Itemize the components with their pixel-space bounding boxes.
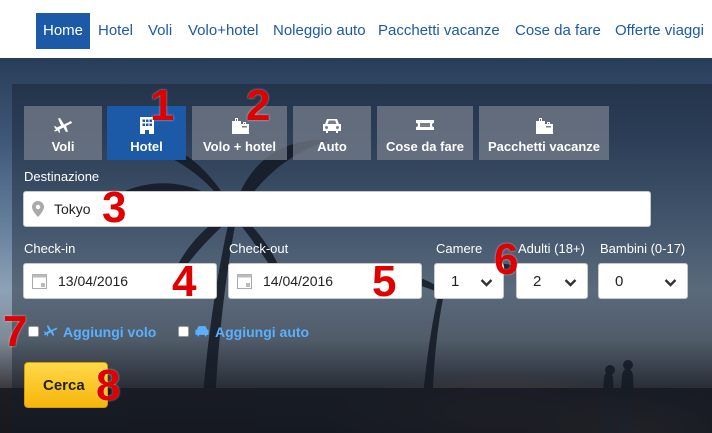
rooms-value: 1 — [451, 273, 460, 290]
add-car-label: Aggiungi auto — [215, 324, 310, 340]
car-icon — [293, 115, 371, 135]
nav-home[interactable]: Home — [36, 13, 90, 49]
annotation-1: 1 — [150, 81, 175, 130]
checkout-value: 14/04/2016 — [263, 273, 334, 289]
chevron-down-icon — [564, 275, 577, 293]
calendar-icon — [32, 274, 47, 294]
adults-select[interactable]: 2 — [516, 263, 588, 299]
annotation-4: 4 — [172, 257, 197, 306]
add-flight-link[interactable]: Aggiungi volo — [43, 323, 156, 341]
annotation-5: 5 — [372, 257, 397, 306]
location-pin-icon — [32, 201, 44, 222]
checkin-value: 13/04/2016 — [58, 273, 129, 289]
plane-icon — [43, 323, 58, 341]
add-car-checkbox[interactable] — [178, 326, 189, 337]
annotation-8: 8 — [96, 361, 121, 410]
nav-voli[interactable]: Voli — [148, 13, 172, 49]
tab-cose-da-fare-label: Cose da fare — [385, 139, 465, 154]
tab-hotel-label: Hotel — [130, 139, 163, 154]
children-select[interactable]: 0 — [598, 263, 688, 299]
tab-pacchetti-vacanze[interactable]: Pacchetti vacanze — [479, 106, 609, 160]
annotation-7: 7 — [3, 307, 28, 356]
destination-value: Tokyo — [54, 201, 91, 217]
tab-volo-hotel-label: Volo + hotel — [202, 139, 277, 154]
top-navigation: Home Hotel Voli Volo+hotel Noleggio auto… — [0, 0, 712, 58]
car-icon — [194, 323, 210, 341]
children-value: 0 — [615, 273, 624, 290]
calendar-icon — [237, 274, 252, 294]
adults-label: Adulti (18+) — [518, 241, 585, 256]
chevron-down-icon — [480, 275, 493, 293]
tab-auto[interactable]: Auto — [293, 106, 371, 160]
tab-cose-da-fare[interactable]: Cose da fare — [377, 106, 473, 160]
tab-auto-label: Auto — [317, 139, 347, 154]
annotation-6: 6 — [494, 235, 519, 284]
luggage-icon — [192, 115, 287, 135]
add-car-link[interactable]: Aggiungi auto — [194, 323, 309, 341]
ticket-icon — [377, 115, 473, 135]
nav-hotel[interactable]: Hotel — [98, 13, 133, 49]
rooms-label: Camere — [436, 241, 483, 256]
luggage-icon — [479, 115, 609, 135]
annotation-2: 2 — [246, 81, 271, 130]
tab-voli-label: Voli — [51, 139, 75, 154]
tab-pacchetti-vacanze-label: Pacchetti vacanze — [487, 139, 600, 154]
checkout-label: Check-out — [229, 241, 289, 256]
plane-icon — [24, 115, 102, 135]
nav-volo-hotel[interactable]: Volo+hotel — [188, 13, 258, 49]
search-button-label: Cerca — [43, 376, 85, 394]
checkin-label: Check-in — [24, 241, 76, 256]
nav-noleggio-auto[interactable]: Noleggio auto — [273, 13, 366, 49]
add-flight-label: Aggiungi volo — [63, 324, 157, 340]
destination-label: Destinazione — [24, 169, 100, 184]
nav-cose-da-fare[interactable]: Cose da fare — [515, 13, 601, 49]
annotation-3: 3 — [102, 183, 127, 232]
tab-volo-hotel[interactable]: Volo + hotel — [192, 106, 287, 160]
tab-voli[interactable]: Voli — [24, 106, 102, 160]
chevron-down-icon — [664, 275, 677, 293]
nav-pacchetti-vacanze[interactable]: Pacchetti vacanze — [378, 13, 500, 49]
add-flight-checkbox[interactable] — [28, 326, 39, 337]
nav-offerte-viaggi[interactable]: Offerte viaggi — [615, 13, 704, 49]
children-label: Bambini (0-17) — [600, 241, 686, 256]
adults-value: 2 — [533, 273, 542, 290]
